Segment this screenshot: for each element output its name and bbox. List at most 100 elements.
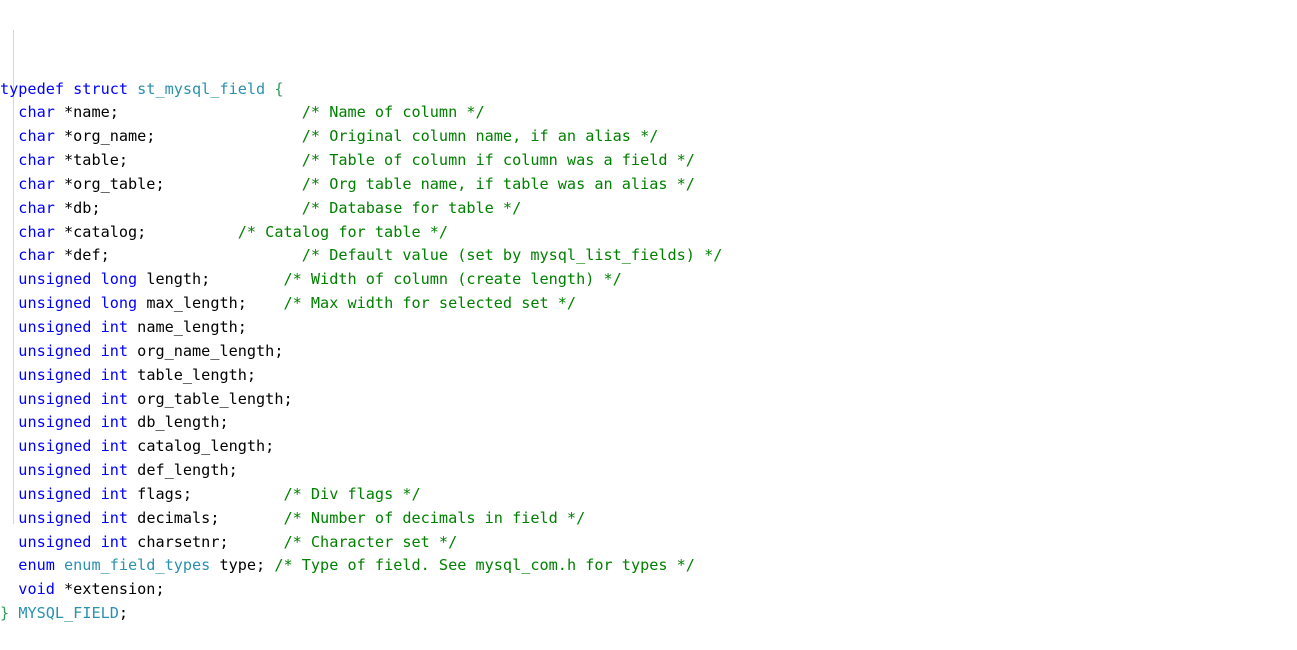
code-token-comment: /* Table of column if column was a field… xyxy=(301,151,695,170)
code-line[interactable]: unsigned int org_table_length; xyxy=(0,388,1297,412)
code-line[interactable]: char *name; /* Name of column */ xyxy=(0,101,1297,125)
code-line[interactable]: unsigned int table_length; xyxy=(0,364,1297,388)
code-token-comment: /* Catalog for table */ xyxy=(237,222,449,241)
code-token-comment: /* Database for table */ xyxy=(301,198,522,217)
code-token-plain: name_length; xyxy=(137,317,247,336)
code-line[interactable]: unsigned int def_length; xyxy=(0,459,1297,483)
code-token-plain: org_name_length; xyxy=(137,341,284,360)
code-token-comment: /* Number of decimals in field */ xyxy=(283,508,586,527)
code-line[interactable]: char *db; /* Database for table */ xyxy=(0,197,1297,221)
code-token-kw: void xyxy=(18,580,65,599)
code-lines-container: typedef struct st_mysql_field { char *na… xyxy=(0,78,1297,626)
code-token-comment: /* Width of column (create length) */ xyxy=(283,270,622,289)
code-token-kw: char xyxy=(18,174,65,193)
code-token-kw: char xyxy=(18,222,65,241)
code-token-kw: typedef struct xyxy=(0,79,138,98)
code-token-plain: *org_table; xyxy=(64,174,165,193)
code-line[interactable]: unsigned int decimals; /* Number of deci… xyxy=(0,507,1297,531)
code-token-plain: *extension; xyxy=(64,580,165,599)
code-line[interactable]: } MYSQL_FIELD; xyxy=(0,602,1297,626)
code-token-plain: ; xyxy=(118,604,129,623)
code-line[interactable]: char *def; /* Default value (set by mysq… xyxy=(0,244,1297,268)
code-line[interactable]: unsigned long max_length; /* Max width f… xyxy=(0,292,1297,316)
code-token-plain: table_length; xyxy=(137,365,257,384)
code-line[interactable]: char *org_name; /* Original column name,… xyxy=(0,125,1297,149)
code-token-type: MYSQL_FIELD xyxy=(18,604,119,623)
code-token-type: st_mysql_field xyxy=(137,79,275,98)
code-line[interactable]: typedef struct st_mysql_field { xyxy=(0,78,1297,102)
code-token-plain: catalog_length; xyxy=(137,437,275,456)
code-token-kw: unsigned int xyxy=(18,437,138,456)
code-token-plain: *name; xyxy=(64,103,119,122)
code-token-plain: max_length; xyxy=(146,294,247,313)
code-line[interactable]: char *table; /* Table of column if colum… xyxy=(0,149,1297,173)
code-line[interactable]: char *catalog; /* Catalog for table */ xyxy=(0,221,1297,245)
code-token-kw: char xyxy=(18,151,65,170)
code-token-kw: char xyxy=(18,103,65,122)
code-token-kw: unsigned long xyxy=(18,294,147,313)
code-token-kw: char xyxy=(18,127,65,146)
code-token-plain: *org_name; xyxy=(64,127,156,146)
code-token-plain: *table; xyxy=(64,151,129,170)
code-line[interactable]: unsigned int name_length; xyxy=(0,316,1297,340)
code-token-comment: /* Character set */ xyxy=(283,532,458,551)
code-line[interactable]: unsigned int org_name_length; xyxy=(0,340,1297,364)
code-token-kw: unsigned int xyxy=(18,317,138,336)
code-token-kw: unsigned int xyxy=(18,365,138,384)
code-line[interactable]: unsigned int catalog_length; xyxy=(0,435,1297,459)
code-line[interactable]: unsigned int charsetnr; /* Character set… xyxy=(0,531,1297,555)
code-line[interactable]: unsigned long length; /* Width of column… xyxy=(0,268,1297,292)
code-token-plain: *catalog; xyxy=(64,222,147,241)
code-token-comment: /* Original column name, if an alias */ xyxy=(301,127,659,146)
code-token-plain: *def; xyxy=(64,246,110,265)
code-viewer[interactable]: typedef struct st_mysql_field { char *na… xyxy=(0,0,1297,650)
code-token-kw: unsigned int xyxy=(18,461,138,480)
code-token-kw: char xyxy=(18,246,65,265)
code-token-kw: unsigned int xyxy=(18,532,138,551)
code-token-kw: unsigned int xyxy=(18,413,138,432)
code-token-plain: *db; xyxy=(64,198,101,217)
code-token-plain: type; xyxy=(219,556,275,575)
code-token-comment: /* Default value (set by mysql_list_fiel… xyxy=(301,246,723,265)
code-token-kw: unsigned int xyxy=(18,389,138,408)
code-token-kw: unsigned int xyxy=(18,508,138,527)
code-token-kw: char xyxy=(18,198,65,217)
code-line[interactable]: enum enum_field_types type; /* Type of f… xyxy=(0,554,1297,578)
code-token-plain: org_table_length; xyxy=(137,389,293,408)
code-line[interactable]: unsigned int db_length; xyxy=(0,411,1297,435)
code-line[interactable]: unsigned int flags; /* Div flags */ xyxy=(0,483,1297,507)
code-token-brace: } xyxy=(0,604,10,623)
code-line[interactable]: void *extension; xyxy=(0,578,1297,602)
code-token-comment: /* Org table name, if table was an alias… xyxy=(301,174,695,193)
code-token-plain: db_length; xyxy=(137,413,229,432)
code-line[interactable]: char *org_table; /* Org table name, if t… xyxy=(0,173,1297,197)
code-token-plain: length; xyxy=(146,270,211,289)
